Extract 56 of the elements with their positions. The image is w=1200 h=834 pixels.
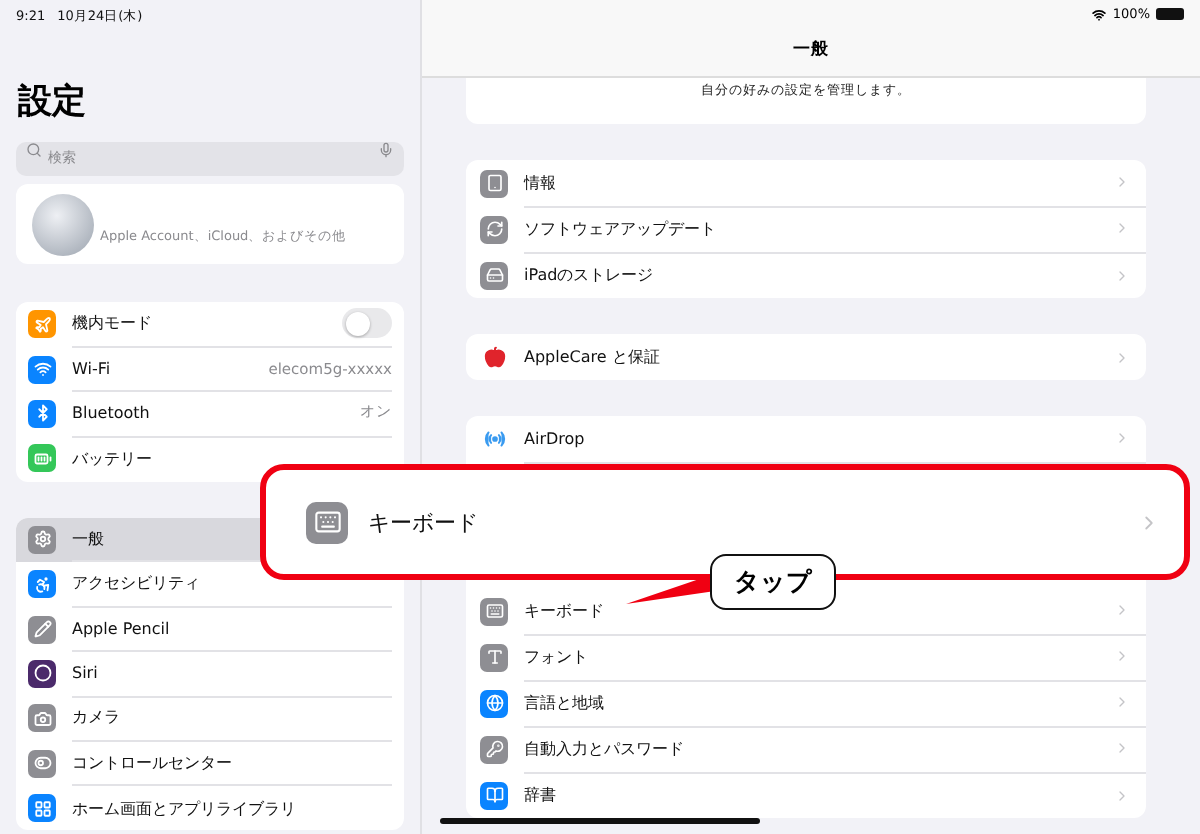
chevron-icon: [1114, 174, 1130, 190]
item-label: コントロールセンター: [72, 751, 234, 774]
item-label: ホーム画面とアプリライブラリ: [72, 797, 298, 820]
item-label: 機内モード: [72, 312, 154, 335]
chevron-icon: [1114, 694, 1130, 710]
settings-row[interactable]: AppleCare と保証: [466, 334, 1146, 380]
toggle-switch[interactable]: [342, 308, 392, 339]
item-label: Apple Pencil: [72, 619, 172, 638]
sidebar-title: 設定: [18, 82, 88, 122]
item-label: 一般: [72, 527, 106, 550]
item-label: カメラ: [72, 706, 122, 729]
avatar-circle: [32, 193, 94, 255]
battery-icon: [1156, 8, 1184, 20]
wifi-status-icon: [1092, 7, 1107, 21]
item-label: Bluetooth: [72, 403, 152, 422]
callout-text: タップ: [710, 554, 836, 610]
settings-row[interactable]: 自動入力とパスワード: [466, 726, 1146, 772]
chevron-icon: [1114, 602, 1130, 618]
row-label: AppleCare と保証: [524, 346, 662, 368]
settings-row[interactable]: 辞書: [466, 772, 1146, 818]
keyboard-icon: [306, 501, 348, 543]
row-label: ソフトウェアアップデート: [524, 217, 718, 239]
row-label: キーボード: [524, 599, 606, 621]
chevron-icon: [1114, 430, 1130, 446]
row-label: 言語と地域: [524, 691, 606, 713]
chevron-icon: [1114, 787, 1130, 803]
search-icon: [26, 141, 42, 157]
row-label: iPadのストレージ: [524, 264, 656, 286]
settings-row[interactable]: フォント: [466, 634, 1146, 680]
sidebar-item[interactable]: ホーム画面とアプリライブラリ: [16, 785, 404, 831]
item-label: アクセシビリティ: [72, 572, 202, 595]
item-label: Siri: [72, 663, 100, 682]
settings-row[interactable]: ソフトウェアアップデート: [466, 206, 1146, 252]
settings-row[interactable]: 言語と地域: [466, 680, 1146, 726]
chevron-icon: [1114, 267, 1130, 283]
item-label: バッテリー: [72, 447, 154, 470]
settings-row[interactable]: 情報: [466, 160, 1146, 206]
sidebar-item[interactable]: バッテリー: [16, 436, 404, 482]
settings-row[interactable]: iPadのストレージ: [466, 252, 1146, 298]
page-title: 一般: [791, 38, 831, 62]
chevron-icon: [1114, 740, 1130, 756]
row-label: 辞書: [524, 784, 558, 806]
sidebar-item[interactable]: コントロールセンター: [16, 741, 404, 786]
chevron-icon: [1114, 220, 1130, 236]
sidebar-item[interactable]: Apple Pencil: [16, 606, 404, 652]
item-label: Wi-Fi: [72, 359, 113, 378]
microphone-icon[interactable]: [378, 141, 394, 157]
row-label: 自動入力とパスワード: [524, 737, 686, 759]
row-label: 情報: [524, 171, 558, 193]
sidebar-item[interactable]: カメラ: [16, 696, 404, 742]
chevron-icon: [1114, 349, 1130, 365]
chevron-icon: [1114, 648, 1130, 664]
sidebar-item[interactable]: 機内モード: [16, 302, 404, 347]
sidebar-item[interactable]: Siri: [16, 651, 404, 697]
row-label: フォント: [524, 645, 590, 667]
row-label: AirDrop: [524, 429, 587, 447]
